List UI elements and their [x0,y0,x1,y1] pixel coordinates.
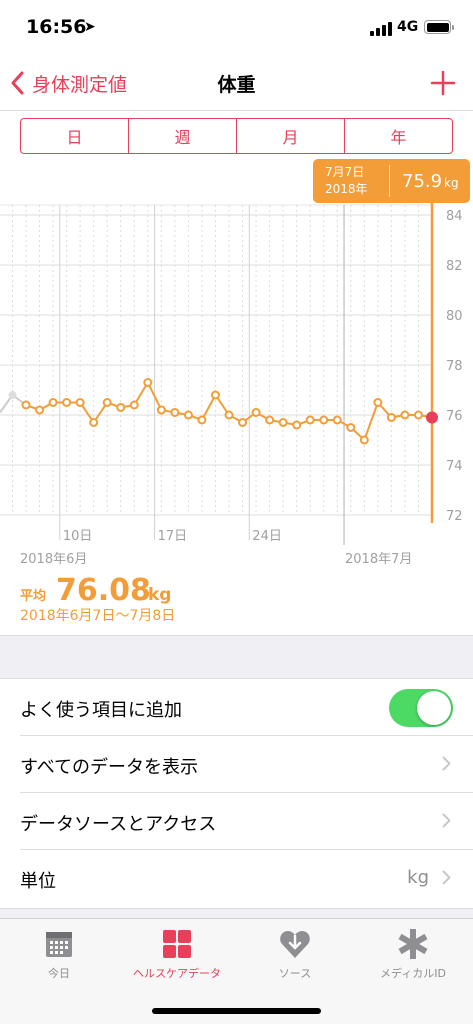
previous-data-point [8,391,17,399]
selected-value-tooltip: 7月7日 2018年 75.9 kg [313,159,470,203]
tab-medical-id[interactable]: メディカルID [354,927,472,981]
show-all-data-row[interactable]: すべてのデータを表示 [20,736,473,793]
data-point [89,418,99,427]
tab-today[interactable]: 今日 [0,927,118,981]
data-point [346,423,356,432]
data-point [359,435,369,445]
data-point [305,415,315,425]
unit-value: kg [407,867,429,888]
calendar-icon [46,932,72,957]
data-sources-row[interactable]: データソースとアクセス [20,793,473,850]
unit-row[interactable]: 単位 kg [20,850,473,907]
data-point [35,405,45,415]
y-tick-label: 76 [446,409,463,424]
data-point [129,400,139,410]
data-point [102,398,112,407]
data-point [400,410,410,420]
data-point [251,408,261,417]
data-point [116,403,126,412]
favorite-toggle[interactable] [389,689,453,727]
data-point [210,390,220,400]
month-label-june: 2018年6月 [20,552,88,567]
tooltip-date: 7月7日 [325,165,365,179]
y-tick-label: 84 [446,209,463,224]
tooltip-year: 2018年 [325,182,368,196]
tab-label: ヘルスケアデータ [133,967,221,980]
options-list: よく使う項目に追加 すべてのデータを表示 データソースとアクセス 単位 kg [0,679,473,907]
x-tick-label: 24日 [252,529,282,544]
home-indicator [152,1008,321,1014]
y-tick-label: 82 [446,259,463,274]
section-separator [0,635,473,679]
chevron-right-icon [442,870,451,885]
tooltip-unit: kg [444,176,459,190]
y-tick-label: 72 [446,509,463,524]
y-tick-label: 78 [446,359,463,374]
tab-label: 今日 [48,967,70,980]
data-point [386,413,396,422]
grid-icon [163,930,191,958]
unit-label: 単位 [20,871,56,892]
favorite-row: よく使う項目に追加 [20,679,473,736]
x-tick-label: 17日 [158,529,188,544]
data-point [21,400,31,410]
show-all-data-label: すべてのデータを表示 [20,757,199,778]
favorite-label: よく使う項目に追加 [20,700,182,721]
data-point [143,378,153,387]
data-point [278,418,288,427]
average-value: 76.08 [56,573,151,608]
data-point [75,398,85,407]
tab-label: ソース [278,967,312,980]
data-point [170,408,180,417]
data-point [48,398,58,407]
data-sources-label: データソースとアクセス [20,814,217,835]
data-point [156,405,166,415]
data-point [332,415,342,425]
weight-chart[interactable]: 72 74 76 78 80 82 84 10日 17日 24日 [0,0,473,560]
selected-data-point [426,411,438,424]
y-tick-label: 80 [446,309,463,324]
x-tick-label: 10日 [63,529,93,544]
data-point [292,420,302,430]
data-point [224,410,234,420]
average-unit: kg [148,585,172,605]
month-label-july: 2018年7月 [345,552,413,567]
data-point [183,410,193,420]
heart-download-icon [280,931,310,958]
data-point [265,415,275,425]
tab-health-data[interactable]: ヘルスケアデータ [118,927,236,981]
y-tick-label: 74 [446,459,463,474]
data-point [197,415,207,425]
average-label: 平均 [20,589,47,604]
tab-label: メディカルID [380,967,446,980]
tab-sources[interactable]: ソース [236,927,354,981]
asterisk-icon [398,929,428,959]
data-point [238,418,248,427]
tooltip-separator [389,165,390,197]
chevron-right-icon [442,756,451,771]
chevron-right-icon [442,813,451,828]
data-point [413,410,423,420]
tooltip-value: 75.9 [402,171,443,192]
data-point [319,415,329,425]
data-point [373,398,383,407]
date-range: 2018年6月7日〜7月8日 [20,608,176,624]
data-point [62,398,72,407]
